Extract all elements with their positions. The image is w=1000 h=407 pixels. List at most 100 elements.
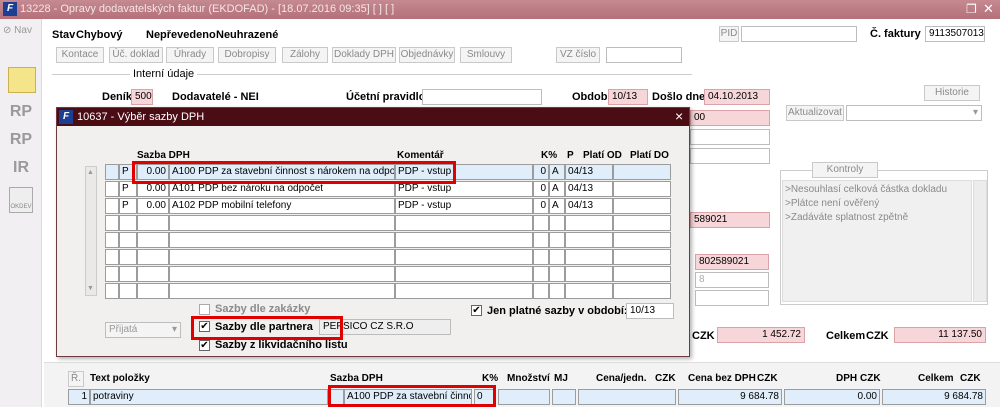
close-icon[interactable]: ✕ (983, 1, 994, 17)
aktualizovat-select[interactable]: ▾ (846, 105, 982, 121)
jen-platne-label: Jen platné sazby v období: (487, 305, 628, 317)
jen-platne-input[interactable]: 10/13 (626, 303, 674, 319)
table-row[interactable] (57, 249, 689, 266)
grid-row-number: 1 (68, 389, 90, 405)
dialog-scrollbar[interactable]: ▲ ▼ (85, 166, 97, 296)
obdobi-input[interactable]: 10/13 (608, 89, 648, 105)
dialog-cell: 0.00 (137, 164, 169, 180)
tab-4[interactable]: Zálohy (282, 47, 328, 63)
dialog-cell (549, 283, 565, 299)
side-item-rp2[interactable]: RP (6, 127, 36, 153)
vz-input[interactable] (606, 47, 682, 63)
side-item-rp1[interactable]: RP (6, 99, 36, 125)
grid-row-mnozstvi[interactable] (498, 389, 550, 405)
aktualizovat-button[interactable]: Aktualizovat (786, 105, 844, 121)
table-row[interactable] (57, 283, 689, 300)
kontroly-scrollbar[interactable] (973, 180, 987, 302)
obdobi-label: Období (572, 91, 611, 103)
sazby-zakazky-checkbox[interactable] (199, 304, 210, 315)
scroll-up-icon[interactable]: ▲ (87, 169, 94, 176)
tab-2[interactable]: Úhrady (166, 47, 214, 63)
grid-row-celkem[interactable]: 9 684.78 (882, 389, 986, 405)
pid-input[interactable] (741, 26, 857, 42)
table-row[interactable]: 1 potraviny A100 PDP za stavební činnos … (68, 389, 988, 405)
side-item-ir[interactable]: IR (6, 155, 36, 181)
tab-5[interactable]: Doklady DPH (332, 47, 396, 63)
tab-6[interactable]: Objednávky (399, 47, 455, 63)
table-row[interactable]: P 0.00 A100 PDP za stavební činnost s náro… (57, 164, 689, 181)
jen-platne-checkbox[interactable]: ✔ (471, 305, 482, 316)
tab-bar: Kontace Úč. doklad Úhrady Dobropisy Zálohy Do… (56, 47, 636, 65)
dialog-cell: A102 PDP mobilní telefony (169, 198, 395, 214)
nav-button[interactable]: ⊘ Nav (3, 25, 32, 36)
table-row[interactable]: P 0.00 A101 PDP bez nároku na odpočet PDP -… (57, 181, 689, 198)
grid-row-text[interactable]: potraviny (90, 389, 328, 405)
dialog-cell (395, 266, 533, 282)
pid-label: PID (719, 26, 739, 42)
dialog-cell (613, 266, 671, 282)
right-field-3[interactable] (690, 148, 770, 164)
grid-row-sazba[interactable]: A100 PDP za stavební činnos (344, 389, 472, 405)
kontroly-header: Kontroly (812, 162, 878, 178)
tab-3[interactable]: Dobropisy (218, 47, 276, 63)
dialog-title: 10637 - Výběr sazby DPH (77, 111, 205, 123)
col-sazba-dph: Sazba DPH (137, 150, 190, 161)
right-field-2[interactable] (690, 129, 770, 145)
scroll-down-icon[interactable]: ▼ (87, 285, 94, 292)
dialog-cell: A101 PDP bez nároku na odpočet (169, 181, 395, 197)
bg-field-802589021[interactable]: 802589021 (695, 254, 769, 270)
bg-field-589021[interactable]: 589021 (690, 212, 770, 228)
dialog-close-icon[interactable]: × (675, 108, 683, 124)
tab-1[interactable]: Úč. doklad (109, 47, 163, 63)
partner-input[interactable]: PEPSICO CZ S.R.O (319, 319, 451, 335)
grid-row-dph[interactable]: 0.00 (784, 389, 880, 405)
dialog-cell: 0 (533, 198, 549, 214)
celkem-czk-label: CZK (866, 330, 889, 342)
ucetni-pravidlo-input[interactable] (422, 89, 542, 105)
grid-row-cena-bez[interactable]: 9 684.78 (678, 389, 782, 405)
prijata-select[interactable]: Přijatá ▾ (105, 322, 181, 338)
grid-row-cena[interactable] (578, 389, 676, 405)
sazby-likvidacni-checkbox[interactable]: ✔ (199, 340, 210, 351)
restore-icon[interactable]: ❐ (966, 2, 977, 16)
denik-input[interactable]: 500 (131, 89, 153, 105)
side-item-okdev[interactable]: OKDEV (9, 187, 33, 213)
doslo-dne-input[interactable]: 04.10.2013 (704, 89, 770, 105)
dialog-cell (533, 283, 549, 299)
table-row[interactable] (57, 232, 689, 249)
grid-col-k: K% (482, 373, 499, 384)
bg-field-empty[interactable] (695, 290, 769, 306)
col-p: P (567, 150, 574, 161)
table-row[interactable] (57, 215, 689, 232)
tab-7[interactable]: Smlouvy (460, 47, 512, 63)
bg-field-8[interactable]: 8 (695, 272, 769, 288)
grid-col-celkem: Celkem (918, 373, 954, 384)
dialog-cell: A100 PDP za stavební činnost s nárokem n… (169, 164, 395, 180)
dialog-cell (119, 266, 137, 282)
dialog-cell (395, 215, 533, 231)
dialog-cell (613, 215, 671, 231)
cislo-faktury-input[interactable]: 9113507013 (925, 26, 985, 42)
sazby-partnera-checkbox[interactable]: ✔ (199, 321, 210, 332)
right-field-1[interactable]: 00 (690, 110, 770, 126)
tab-8[interactable]: VZ číslo (556, 47, 600, 63)
historie-button[interactable]: Historie (924, 85, 980, 101)
table-row[interactable]: P 0.00 A102 PDP mobilní telefony PDP - vstu… (57, 198, 689, 215)
ucetni-pravidlo-label: Účetní pravidlo (346, 91, 426, 103)
grid-col-cena: Cena/jedn. (596, 373, 647, 384)
tools-icon[interactable] (8, 67, 36, 93)
tab-0[interactable]: Kontace (56, 47, 104, 63)
celkem-value: 11 137.50 (894, 327, 986, 343)
dialog-cell (119, 232, 137, 248)
dialog-cell (613, 232, 671, 248)
app-logo-icon: F (3, 2, 17, 16)
chevron-down-icon: ▾ (972, 107, 978, 118)
nav-icon: ⊘ (3, 25, 12, 36)
dialog-cell (137, 283, 169, 299)
table-row[interactable] (57, 266, 689, 283)
col-plati-od: Platí OD (583, 150, 622, 161)
app-logo-icon: F (59, 110, 73, 124)
grid-row-mj[interactable] (552, 389, 576, 405)
dialog-cell (565, 249, 613, 265)
grid-col-r: Ř. (68, 371, 84, 387)
